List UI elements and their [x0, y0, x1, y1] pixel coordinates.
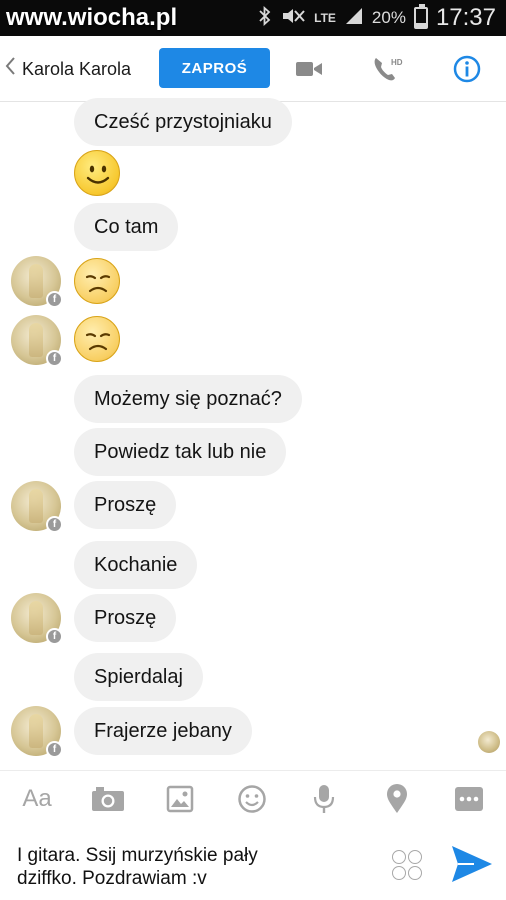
- info-icon[interactable]: [450, 52, 484, 86]
- message-bubble[interactable]: Możemy się poznać?: [74, 375, 302, 423]
- watermark: www.wiocha.pl: [6, 4, 178, 31]
- hd-label: HD: [391, 58, 403, 67]
- avatar[interactable]: f: [11, 256, 63, 308]
- conversation-header: Karola Karola ZAPROŚ HD: [0, 36, 506, 102]
- facebook-icon: f: [46, 628, 63, 645]
- avatar[interactable]: f: [11, 593, 63, 645]
- battery-icon: [413, 4, 428, 29]
- network-type: LTE: [314, 11, 336, 25]
- message-bubble[interactable]: Cześć przystojniaku: [74, 98, 292, 146]
- smiling-face-emoji-icon[interactable]: [74, 150, 120, 196]
- send-icon[interactable]: [450, 844, 494, 884]
- message-input[interactable]: I gitara. Ssij murzyńskie pały dziffko. …: [17, 844, 377, 890]
- message-bubble[interactable]: Kochanie: [74, 541, 198, 589]
- invite-button[interactable]: ZAPROŚ: [159, 48, 270, 88]
- facebook-icon: f: [46, 741, 63, 758]
- chevron-left-icon[interactable]: [4, 56, 16, 82]
- bluetooth-icon: [258, 5, 272, 31]
- avatar[interactable]: f: [11, 481, 63, 533]
- facebook-icon: f: [46, 350, 63, 367]
- message-bubble[interactable]: Spierdalaj: [74, 653, 203, 701]
- message-composer: I gitara. Ssij murzyńskie pały dziffko. …: [0, 828, 506, 900]
- message-bubble[interactable]: Powiedz tak lub nie: [74, 428, 287, 476]
- video-call-icon[interactable]: [292, 52, 326, 86]
- composer-toolbar: Aa: [0, 770, 506, 828]
- more-icon[interactable]: [453, 783, 485, 815]
- phone-call-icon[interactable]: HD: [370, 52, 404, 86]
- location-icon[interactable]: [383, 783, 411, 815]
- status-icons: LTE 20% 17:37: [258, 4, 496, 32]
- gallery-icon[interactable]: [164, 783, 196, 815]
- facebook-icon: f: [46, 516, 63, 533]
- clock: 17:37: [435, 4, 496, 31]
- status-bar: www.wiocha.pl LTE 20% 17:37: [0, 0, 506, 36]
- battery-percent: 20%: [371, 8, 406, 27]
- battery-fill: [415, 23, 426, 27]
- avatar[interactable]: f: [11, 706, 63, 758]
- emoji-icon[interactable]: [236, 783, 268, 815]
- sad-face-emoji-icon[interactable]: [74, 316, 120, 362]
- sticker-icon[interactable]: [392, 850, 422, 880]
- contact-name[interactable]: Karola Karola: [22, 59, 131, 80]
- message-bubble[interactable]: Proszę: [74, 594, 177, 642]
- seen-avatar: [478, 731, 500, 753]
- message-bubble[interactable]: Proszę: [74, 481, 177, 529]
- avatar[interactable]: f: [11, 315, 63, 367]
- message-bubble[interactable]: Frajerze jebany: [74, 707, 252, 755]
- camera-icon[interactable]: [90, 783, 126, 815]
- message-bubble[interactable]: Co tam: [74, 203, 179, 251]
- sad-face-emoji-icon[interactable]: [74, 258, 120, 304]
- facebook-icon: f: [46, 291, 63, 308]
- microphone-icon[interactable]: [310, 783, 338, 815]
- text-format-button[interactable]: Aa: [20, 783, 54, 815]
- signal-icon: [344, 6, 364, 31]
- mute-icon: [280, 6, 306, 31]
